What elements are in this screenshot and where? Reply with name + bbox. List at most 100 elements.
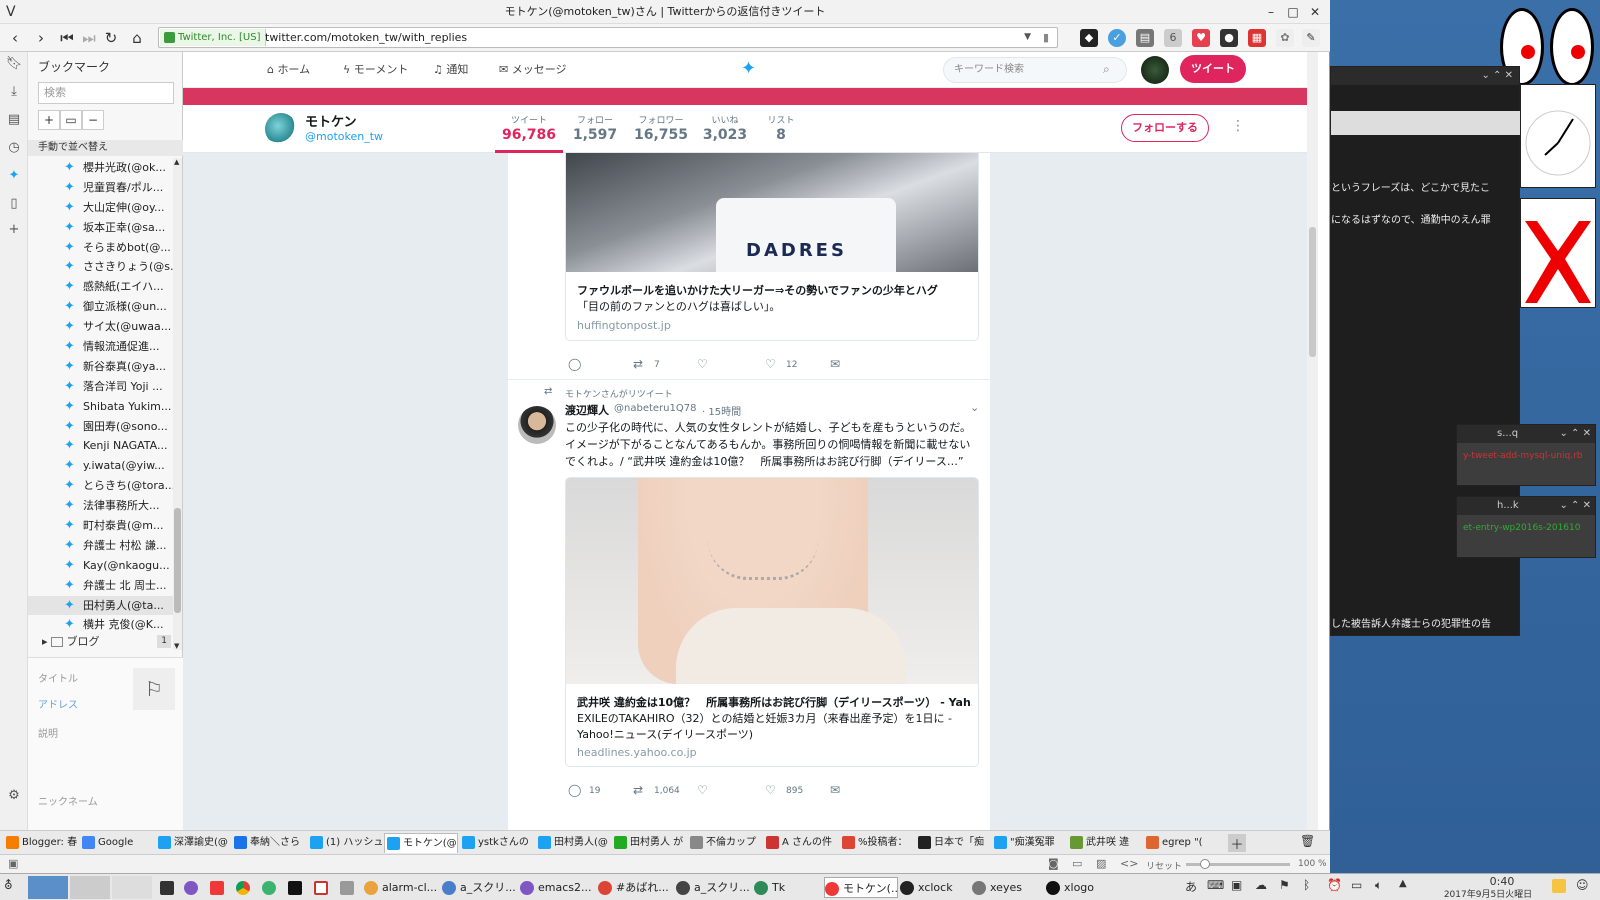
bookmark-item[interactable]: ✦ 情報流通促進...	[28, 337, 173, 357]
taskbar-window[interactable]: xclock	[900, 877, 974, 898]
twitter-bird-icon[interactable]: ✦	[741, 58, 756, 79]
display-icon[interactable]: ▭	[1351, 878, 1362, 892]
vivaldi-launcher-icon[interactable]	[210, 877, 228, 898]
twitter-extension-icon[interactable]: ✓	[1108, 29, 1126, 47]
workspace-2[interactable]	[70, 876, 110, 899]
workspace-1[interactable]	[28, 876, 68, 899]
emacs-launcher-icon[interactable]	[184, 877, 202, 898]
taskbar-window[interactable]: #あばれ...	[598, 877, 672, 898]
network-icon[interactable]: ⚑	[1279, 878, 1290, 892]
dm-icon[interactable]: ✉	[830, 783, 840, 797]
detail-description-label[interactable]: 説明	[38, 725, 58, 740]
launcher-icon[interactable]: ⛢	[4, 878, 13, 892]
tab[interactable]: %投稿者：	[840, 833, 914, 853]
nav-notifications[interactable]: ♫ 通知	[433, 52, 468, 88]
profile-name[interactable]: モトケン	[305, 111, 357, 130]
follow-button[interactable]: フォローする	[1121, 114, 1209, 142]
bookmark-item[interactable]: ✦ 落合洋司 Yoji ...	[28, 377, 173, 397]
shell-launcher-icon[interactable]	[288, 877, 306, 898]
tab[interactable]: モトケン(@	[384, 833, 458, 853]
trash-icon[interactable]: 🗑︎	[1300, 834, 1315, 848]
workspace-3[interactable]	[112, 876, 152, 899]
detail-address-label[interactable]: アドレス	[38, 696, 78, 711]
tab[interactable]: 武井咲 違	[1068, 833, 1142, 853]
bookmark-item[interactable]: ✦ y.iwata(@yiw...	[28, 456, 173, 476]
bookmark-item[interactable]: ✦ 児童買春/ポル...	[28, 178, 173, 198]
font-launcher-icon[interactable]	[340, 877, 358, 898]
nav-moments[interactable]: ϟ モーメント	[343, 52, 408, 88]
address-bar[interactable]: Twitter, Inc. [US] twitter.com/motoken_t…	[158, 27, 1058, 48]
calendar-extension-icon[interactable]: 6	[1164, 29, 1182, 47]
tab[interactable]: 不倫カップ	[688, 833, 762, 853]
search-icon[interactable]: ⌕	[1103, 62, 1110, 77]
download-icon[interactable]: ⤓	[5, 84, 23, 102]
bookmark-panel-icon[interactable]: 🔖︎	[5, 56, 23, 74]
stat-following[interactable]: フォロー 1,597	[567, 105, 623, 153]
reader-extension-icon[interactable]: ▤	[1136, 29, 1154, 47]
more-options-icon[interactable]: ⋮	[1231, 118, 1245, 134]
taskbar-window[interactable]: xlogo	[1046, 877, 1120, 898]
app-launcher-icon[interactable]	[262, 877, 280, 898]
note-icon[interactable]	[1552, 879, 1566, 893]
url-dropdown-icon[interactable]: ▼	[1024, 28, 1031, 47]
author-handle[interactable]: @nabeteru1Q78	[614, 403, 696, 414]
rewind-icon[interactable]: ⏮	[56, 28, 78, 48]
tray-expand-icon[interactable]: ▲	[1399, 878, 1407, 889]
bookmark-page-icon[interactable]: ▮	[1043, 28, 1049, 47]
bookmark-search-input[interactable]: 検索	[38, 82, 174, 104]
tab[interactable]: (1) ハッシュ	[308, 833, 382, 853]
tab[interactable]: 田村勇人(@	[536, 833, 610, 853]
link-card[interactable]: DADRES ファウルボールを追いかけた大リーガー⇒その勢いでファンの少年とハグ…	[565, 153, 979, 341]
back-icon[interactable]: ‹	[4, 28, 26, 48]
tab[interactable]: "痴漢冤罪	[992, 833, 1066, 853]
terminal-titlebar[interactable]: ⌄ ⌃ ✕	[1331, 67, 1519, 85]
bookmark-item[interactable]: ✦ Kenji NAGATA...	[28, 436, 173, 456]
chevron-down-icon[interactable]: ⌄	[970, 401, 979, 414]
author-name[interactable]: 渡辺輝人	[565, 402, 609, 418]
shield-extension-icon[interactable]: ◆	[1080, 29, 1098, 47]
bookmark-scrollbar[interactable]: ▲ ▼	[173, 158, 182, 650]
pocket-icon[interactable]: ♡	[697, 783, 708, 797]
tab[interactable]: 田村勇人 が	[612, 833, 686, 853]
like-icon[interactable]: ♡	[765, 357, 776, 371]
bluetooth-icon[interactable]: ᛒ	[1303, 878, 1310, 892]
screenshot-launcher-icon[interactable]	[314, 877, 332, 898]
ime-icon[interactable]: あ	[1185, 878, 1197, 895]
bookmark-item[interactable]: ✦ そらまめbot(@...	[28, 238, 173, 258]
taskbar-window[interactable]: a_スクリ...	[676, 877, 750, 898]
notification-extension-icon[interactable]: ▦	[1248, 29, 1266, 47]
detail-nickname-label[interactable]: ニックネーム	[38, 793, 98, 808]
fast-forward-icon[interactable]: ⏭	[78, 28, 100, 48]
bookmark-item[interactable]: ✦ 弁護士 村松 謙...	[28, 536, 173, 556]
reply-icon[interactable]: ◯	[568, 357, 581, 371]
bookmark-item[interactable]: ✦ 坂本正幸(@sa...	[28, 218, 173, 238]
home-icon[interactable]: ⌂	[126, 28, 148, 48]
close-icon[interactable]: ✕	[1306, 3, 1324, 21]
alarm-icon[interactable]: ⏰	[1327, 878, 1342, 892]
xterm-window-2[interactable]: h...k ⌄ ⌃ ✕ et-entry-wp2016s-201610	[1456, 496, 1596, 558]
retweet-icon[interactable]: ⇄	[633, 783, 643, 797]
feather-extension-icon[interactable]: ✎	[1302, 29, 1320, 47]
stat-followers[interactable]: フォロワー 16,755	[629, 105, 693, 153]
nav-home[interactable]: ⌂ ホーム	[267, 52, 310, 88]
new-tab-button[interactable]: ＋	[1228, 834, 1246, 853]
zoom-slider[interactable]	[1186, 859, 1290, 869]
forward-icon[interactable]: ›	[30, 28, 52, 48]
add-panel-icon[interactable]: +	[5, 222, 23, 240]
terminal-launcher-icon[interactable]	[160, 877, 178, 898]
bookmark-item[interactable]: ✦ 弁護士 北 周士...	[28, 576, 173, 596]
notes-icon[interactable]: ▤	[5, 112, 23, 130]
gear-icon[interactable]: ⚙	[5, 788, 23, 806]
bookmark-item[interactable]: ✦ 御立派様(@un...	[28, 297, 173, 317]
clipboard-icon[interactable]: ▣	[1231, 878, 1242, 892]
reply-icon[interactable]: ◯	[568, 783, 581, 797]
retweet-icon[interactable]: ⇄	[633, 357, 643, 371]
panel-toggle-icon[interactable]: ▣	[8, 857, 18, 870]
sort-selector[interactable]: 手動で並べ替え	[28, 140, 183, 156]
tweet-button[interactable]: ツイート	[1180, 55, 1246, 83]
image-icon[interactable]: ▨	[1096, 857, 1106, 870]
twitter-panel-icon[interactable]: ✦	[5, 168, 23, 186]
bookmark-item[interactable]: ✦ 田村勇人(@ta...	[28, 595, 173, 616]
taskbar-window[interactable]: alarm-cl...	[364, 877, 438, 898]
bookmark-item[interactable]: ✦ Shibata Yukim...	[28, 397, 173, 417]
